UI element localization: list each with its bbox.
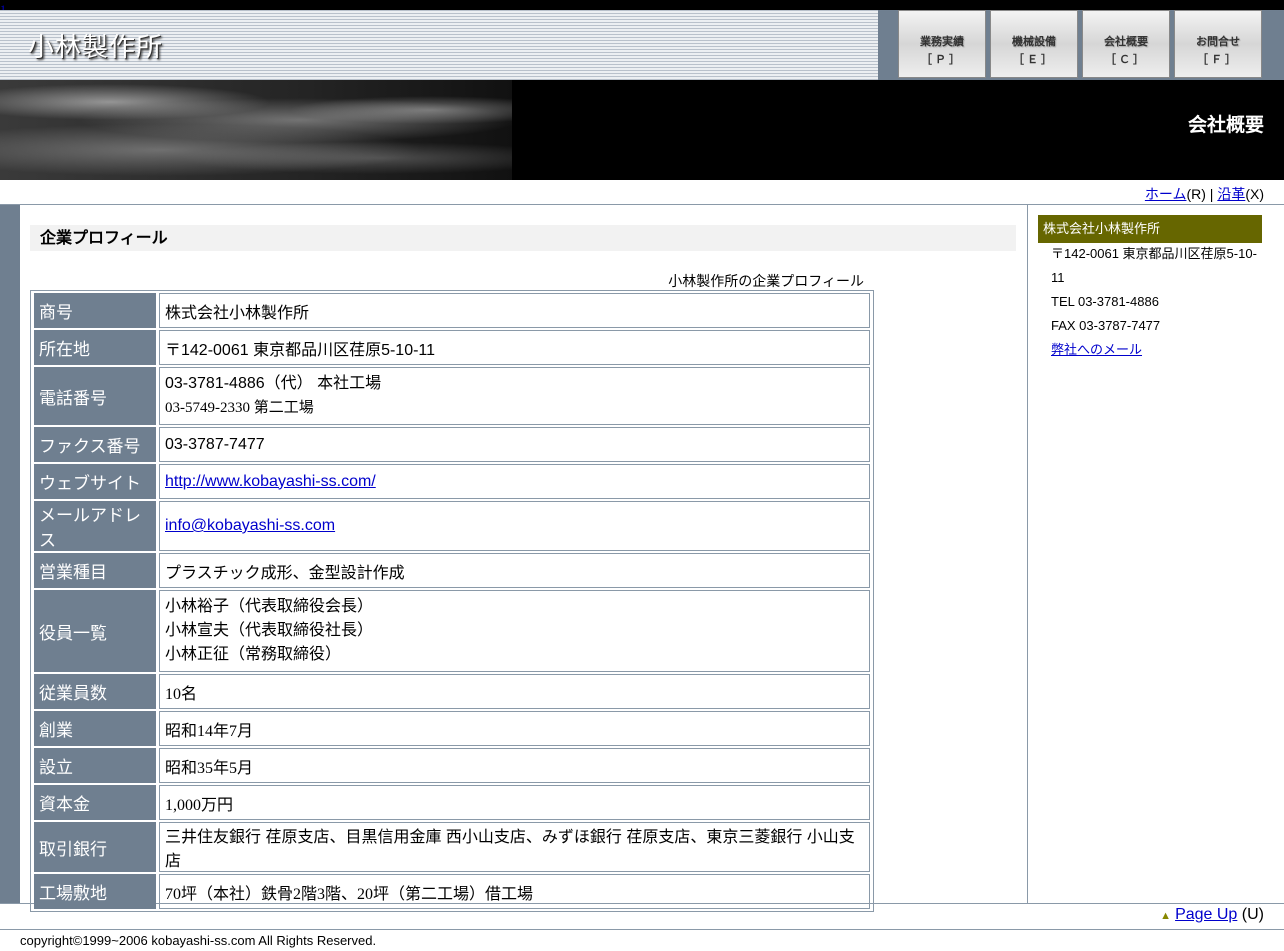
row-value: 1,000万円 xyxy=(159,785,870,820)
row-label: 設立 xyxy=(34,748,156,783)
row-value: 小林裕子（代表取締役会長） 小林宣夫（代表取締役社長） 小林正征（常務取締役） xyxy=(159,590,870,672)
row-value: 昭和35年5月 xyxy=(159,748,870,783)
row-value: 株式会社小林製作所 xyxy=(159,293,870,328)
officer: 小林宣夫（代表取締役社長） xyxy=(165,622,374,639)
triangle-up-icon: ▲ xyxy=(1160,910,1172,922)
page-up-link[interactable]: Page Up xyxy=(1175,906,1237,923)
row-label: 工場敷地 xyxy=(34,874,156,909)
officer: 小林正征（常務取締役） xyxy=(165,646,342,663)
banner: 会社概要 xyxy=(0,80,1284,180)
column-divider xyxy=(1027,205,1028,903)
table-row: 資本金 1,000万円 xyxy=(34,785,870,820)
table-row: 所在地 〒142-0061 東京都品川区荏原5-10-11 xyxy=(34,330,870,365)
email-link[interactable]: info@kobayashi-ss.com xyxy=(165,517,335,534)
row-value: http://www.kobayashi-ss.com/ xyxy=(159,464,870,499)
breadcrumb-separator: | xyxy=(1205,186,1218,202)
nav-label: 業務実績 xyxy=(920,35,964,48)
top-strip xyxy=(0,0,1284,10)
row-value: 10名 xyxy=(159,674,870,709)
row-value: 03-3781-4886（代） 本社工場 03-5749-2330 第二工場 xyxy=(159,367,870,425)
nav-key: ［Ｃ］ xyxy=(1105,53,1147,66)
site-logo[interactable]: 小林製作所 xyxy=(28,27,163,64)
page-up-key: (U) xyxy=(1241,906,1264,923)
sidebar-tel: TEL 03-3781-4886 xyxy=(1051,294,1159,309)
officer: 小林裕子（代表取締役会長） xyxy=(165,598,374,615)
sidebar-fax: FAX 03-3787-7477 xyxy=(1051,318,1161,333)
row-value: 昭和14年7月 xyxy=(159,711,870,746)
breadcrumb-history-key: (X) xyxy=(1245,186,1264,202)
page-up: ▲ Page Up (U) xyxy=(1160,906,1264,924)
divider-line xyxy=(0,929,1284,930)
table-row: 営業種目 プラスチック成形、金型設計作成 xyxy=(34,553,870,588)
row-label: メールアドレス xyxy=(34,501,156,551)
nav-button-equipment[interactable]: 機械設備 ［Ｅ］ xyxy=(990,10,1078,78)
row-label: ファクス番号 xyxy=(34,427,156,462)
breadcrumb-home-link[interactable]: ホーム xyxy=(1145,186,1187,202)
table-row: 取引銀行 三井住友銀行 荏原支店、目黒信用金庫 西小山支店、みずほ銀行 荏原支店… xyxy=(34,822,870,872)
table-row: 工場敷地 70坪（本社）鉄骨2階3階、20坪（第二工場）借工場 xyxy=(34,874,870,909)
website-link[interactable]: http://www.kobayashi-ss.com/ xyxy=(165,473,376,490)
sidebar-company-name: 株式会社小林製作所 xyxy=(1038,215,1262,243)
row-value: 〒142-0061 東京都品川区荏原5-10-11 xyxy=(159,330,870,365)
row-label: 創業 xyxy=(34,711,156,746)
row-label: 商号 xyxy=(34,293,156,328)
row-value: 03-3787-7477 xyxy=(159,427,870,462)
phone-main: 03-3781-4886（代） 本社工場 xyxy=(165,375,382,392)
row-label: 所在地 xyxy=(34,330,156,365)
row-value: 三井住友銀行 荏原支店、目黒信用金庫 西小山支店、みずほ銀行 荏原支店、東京三菱… xyxy=(159,822,870,872)
nav-key: ［Ｆ］ xyxy=(1197,53,1239,66)
nav-key: ［Ｅ］ xyxy=(1013,53,1055,66)
row-label: ウェブサイト xyxy=(34,464,156,499)
table-row: メールアドレス info@kobayashi-ss.com xyxy=(34,501,870,551)
copyright: copyright©1999~2006 kobayashi-ss.com All… xyxy=(20,933,377,948)
nav-label: 会社概要 xyxy=(1104,35,1148,48)
nav-button-works[interactable]: 業務実績 ［Ｐ］ xyxy=(898,10,986,78)
row-label: 従業員数 xyxy=(34,674,156,709)
divider-line xyxy=(0,204,1284,205)
nav-label: 機械設備 xyxy=(1012,35,1056,48)
sidebar-contact: 〒142-0061 東京都品川区荏原5-10-11 TEL 03-3781-48… xyxy=(1051,242,1261,362)
profile-table: 商号 株式会社小林製作所 所在地 〒142-0061 東京都品川区荏原5-10-… xyxy=(30,290,874,912)
page-title: 会社概要 xyxy=(1187,114,1264,136)
sidebar-mail-link[interactable]: 弊社へのメール xyxy=(1051,342,1142,357)
row-label: 電話番号 xyxy=(34,367,156,425)
nav-button-contact[interactable]: お問合せ ［Ｆ］ xyxy=(1174,10,1262,78)
row-label: 資本金 xyxy=(34,785,156,820)
breadcrumb-home-key: (R) xyxy=(1186,186,1206,202)
row-value: info@kobayashi-ss.com xyxy=(159,501,870,551)
breadcrumb-history-link[interactable]: 沿革 xyxy=(1217,186,1245,202)
left-bar xyxy=(0,205,20,903)
banner-cloud-image xyxy=(0,80,512,180)
row-label: 取引銀行 xyxy=(34,822,156,872)
table-caption: 小林製作所の企業プロフィール xyxy=(668,274,864,290)
row-value: プラスチック成形、金型設計作成 xyxy=(159,553,870,588)
table-row: 役員一覧 小林裕子（代表取締役会長） 小林宣夫（代表取締役社長） 小林正征（常務… xyxy=(34,590,870,672)
row-value: 70坪（本社）鉄骨2階3階、20坪（第二工場）借工場 xyxy=(159,874,870,909)
table-row: 商号 株式会社小林製作所 xyxy=(34,293,870,328)
row-label: 営業種目 xyxy=(34,553,156,588)
table-row: 創業 昭和14年7月 xyxy=(34,711,870,746)
header: 小林製作所 業務実績 ［Ｐ］ 機械設備 ［Ｅ］ 会社概要 ［Ｃ］ お問合せ ［Ｆ… xyxy=(0,10,1284,80)
row-label: 役員一覧 xyxy=(34,590,156,672)
nav-key: ［Ｐ］ xyxy=(921,53,963,66)
phone-second: 03-5749-2330 第二工場 xyxy=(165,400,314,416)
table-row: ウェブサイト http://www.kobayashi-ss.com/ xyxy=(34,464,870,499)
breadcrumb: ホーム(R) | 沿革(X) xyxy=(1145,184,1264,204)
sidebar-address: 〒142-0061 東京都品川区荏原5-10-11 xyxy=(1051,246,1257,285)
table-row: 電話番号 03-3781-4886（代） 本社工場 03-5749-2330 第… xyxy=(34,367,870,425)
table-row: ファクス番号 03-3787-7477 xyxy=(34,427,870,462)
table-row: 設立 昭和35年5月 xyxy=(34,748,870,783)
section-title: 企業プロフィール xyxy=(30,225,1016,251)
nav-label: お問合せ xyxy=(1196,35,1240,48)
table-row: 従業員数 10名 xyxy=(34,674,870,709)
logo-area: 小林製作所 xyxy=(0,10,878,80)
nav-button-company[interactable]: 会社概要 ［Ｃ］ xyxy=(1082,10,1170,78)
